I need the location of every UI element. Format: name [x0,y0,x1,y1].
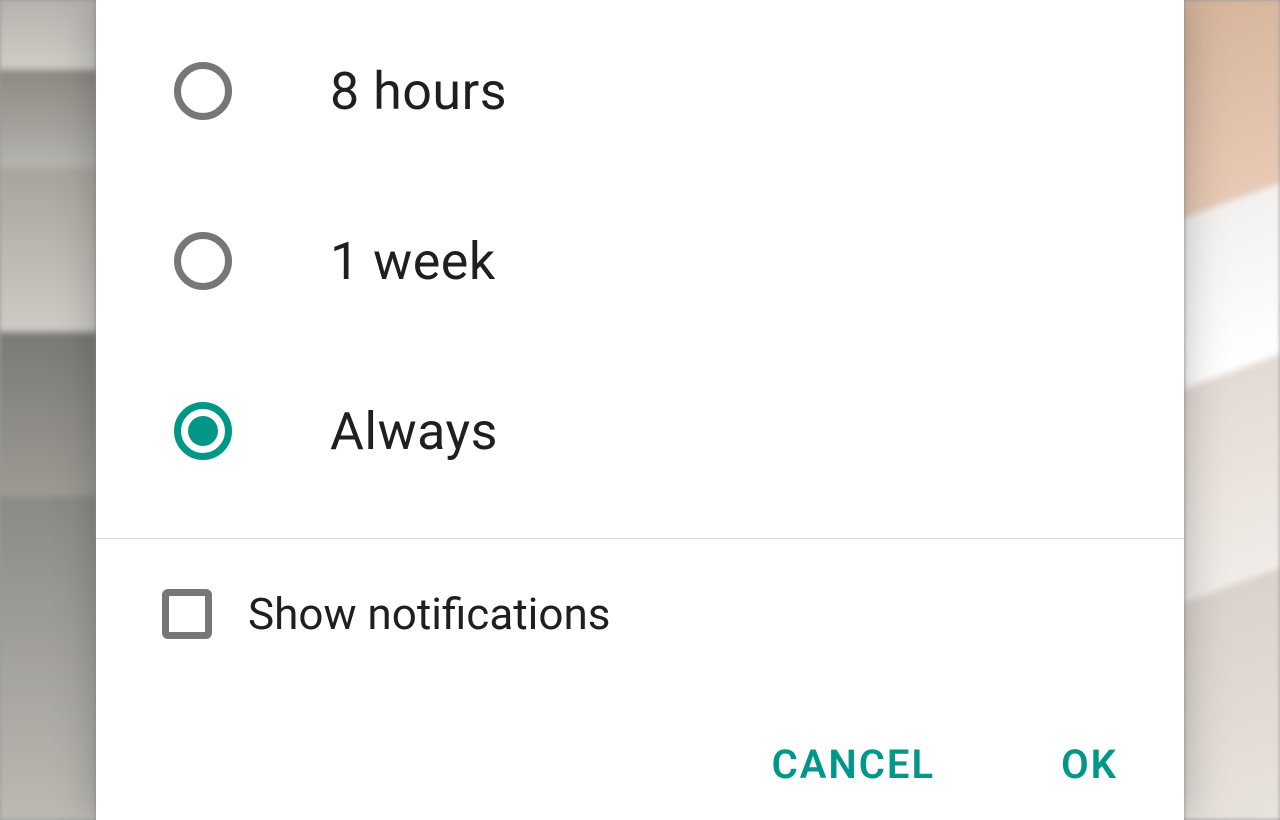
duration-option-group: 8 hours 1 week Always [96,0,1184,516]
ok-button[interactable]: OK [1057,733,1122,796]
mute-dialog: 8 hours 1 week Always Show notifications… [96,0,1184,820]
option-label: 8 hours [330,61,507,122]
option-8-hours[interactable]: 8 hours [96,6,1184,176]
background-left [0,0,96,820]
background-right [1184,0,1280,820]
checkbox-label: Show notifications [248,588,610,640]
show-notifications-row[interactable]: Show notifications [96,539,1184,689]
dialog-button-row: CANCEL OK [96,733,1184,820]
cancel-button[interactable]: CANCEL [768,733,939,796]
option-1-week[interactable]: 1 week [96,176,1184,346]
radio-icon [174,62,232,120]
option-always[interactable]: Always [96,346,1184,516]
option-label: 1 week [330,231,496,292]
radio-icon [174,232,232,290]
radio-icon [174,402,232,460]
option-label: Always [330,401,498,462]
checkbox-icon [162,589,212,639]
